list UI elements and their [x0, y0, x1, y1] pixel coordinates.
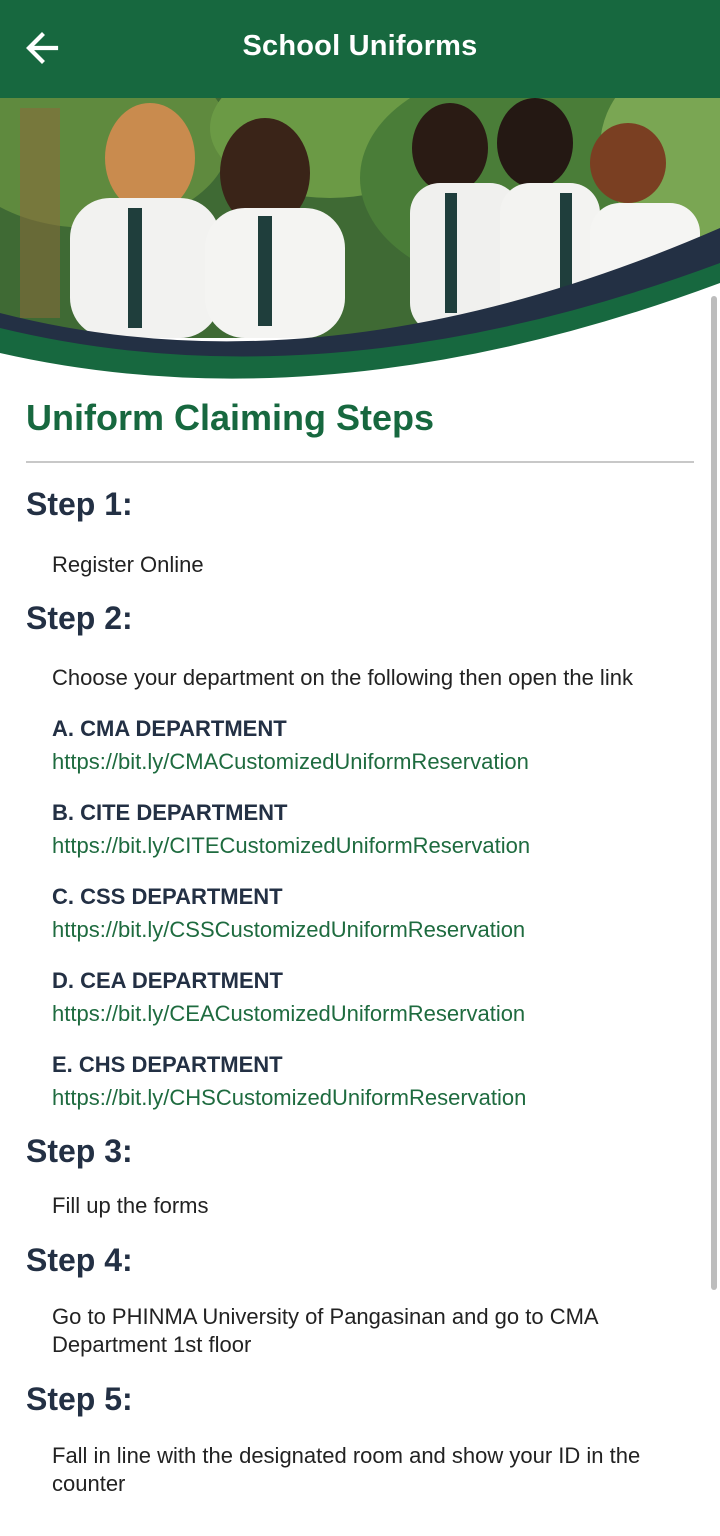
department-link-chs[interactable]: https://bit.ly/CHSCustomizedUniformReser…	[52, 1085, 694, 1111]
hero-banner-image	[0, 98, 720, 388]
department-name-cea: D. CEA DEPARTMENT	[52, 968, 283, 993]
divider	[26, 461, 694, 463]
page-title: School Uniforms	[242, 30, 478, 62]
department-name-css: C. CSS DEPARTMENT	[52, 884, 283, 909]
step-2-text: Choose your department on the following …	[52, 665, 633, 690]
step-5-text: Fall in line with the designated room an…	[52, 1443, 641, 1496]
step-2-heading: Step 2:	[26, 600, 133, 636]
department-link-cma[interactable]: https://bit.ly/CMACustomizedUniformReser…	[52, 749, 694, 775]
scrollbar[interactable]	[711, 296, 717, 1290]
step-4-heading: Step 4:	[26, 1242, 133, 1278]
app-bar: School Uniforms	[0, 0, 720, 98]
step-3-text: Fill up the forms	[52, 1193, 209, 1218]
department-name-cma: A. CMA DEPARTMENT	[52, 716, 287, 741]
department-link-cea[interactable]: https://bit.ly/CEACustomizedUniformReser…	[52, 1001, 694, 1027]
department-name-cite: B. CITE DEPARTMENT	[52, 800, 288, 825]
department-link-css[interactable]: https://bit.ly/CSSCustomizedUniformReser…	[52, 917, 694, 943]
step-1-heading: Step 1:	[26, 486, 133, 522]
step-4-text: Go to PHINMA University of Pangasinan an…	[52, 1304, 598, 1357]
claiming-steps-content: Uniform Claiming Steps Step 1: Register …	[26, 392, 694, 1498]
step-3-heading: Step 3:	[26, 1133, 133, 1169]
step-5-heading: Step 5:	[26, 1381, 133, 1417]
section-title: Uniform Claiming Steps	[26, 397, 435, 438]
step-1-text: Register Online	[52, 552, 204, 577]
department-name-chs: E. CHS DEPARTMENT	[52, 1052, 283, 1077]
department-link-cite[interactable]: https://bit.ly/CITECustomizedUniformRese…	[52, 833, 694, 859]
